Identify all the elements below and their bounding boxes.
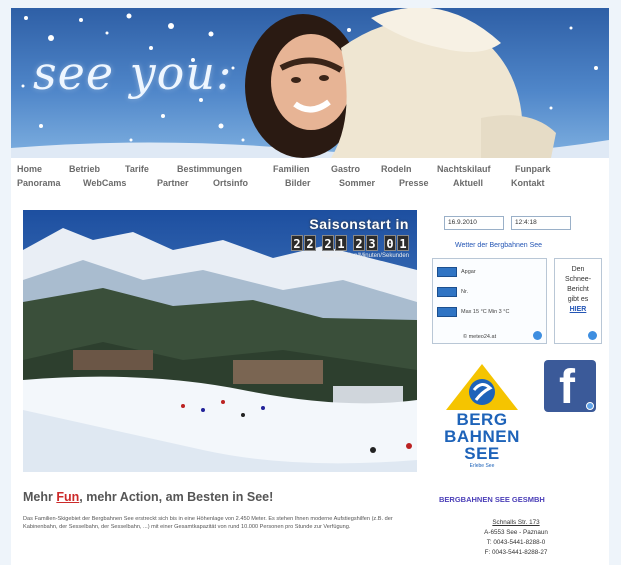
logo-wordmark: BERG BAHNEN SEE xyxy=(432,411,532,462)
arrow-right-icon[interactable] xyxy=(533,331,542,340)
snow-line: Bericht xyxy=(567,286,589,293)
logo-tagline: Erlebe See xyxy=(469,463,495,469)
nav-item-funpark[interactable]: Funpark xyxy=(515,164,561,178)
nav-row-1: Home Betrieb Tarife Bestimmungen Familie… xyxy=(17,164,603,178)
countdown-digit: 2 xyxy=(353,235,365,251)
nav-item-kontakt[interactable]: Kontakt xyxy=(511,178,557,192)
nav-item-tarife[interactable]: Tarife xyxy=(125,164,177,178)
weather-row-label: Nr. xyxy=(461,289,469,295)
weather-row: Apgar xyxy=(437,267,476,277)
snow-line: Schnee- xyxy=(564,276,592,283)
nav-item-betrieb[interactable]: Betrieb xyxy=(69,164,125,178)
date-display: 16.9.2010 xyxy=(444,216,504,230)
logo-line: SEE xyxy=(464,444,500,463)
weather-icon xyxy=(437,287,457,297)
countdown-digit: 0 xyxy=(384,235,396,251)
weather-widget[interactable]: Apgar Nr. Max 15 °C Min 3 °C © meteo24.a… xyxy=(432,258,547,344)
nav-item-sommer[interactable]: Sommer xyxy=(339,178,399,192)
page-container: see you: Home Betrieb Tarife Bestimmunge… xyxy=(11,8,609,565)
company-address: Schnalls Str. 173 A-6553 See - Paznaun T… xyxy=(468,518,564,558)
facebook-button[interactable]: f xyxy=(544,360,596,414)
heading-pre: Mehr xyxy=(23,490,57,504)
header-banner: see you: xyxy=(11,8,609,158)
weather-row-label: Apgar xyxy=(461,269,476,275)
arrow-right-icon[interactable] xyxy=(588,331,597,340)
page-background: see you: Home Betrieb Tarife Bestimmunge… xyxy=(0,0,621,565)
nav-item-bestimmungen[interactable]: Bestimmungen xyxy=(177,164,273,178)
nav-item-bilder[interactable]: Bilder xyxy=(285,178,339,192)
countdown-digit: 2 xyxy=(291,235,303,251)
logo-mark-icon xyxy=(446,364,518,410)
address-line: A-6553 See - Paznaun xyxy=(484,529,548,536)
weather-icon xyxy=(437,307,457,317)
logo-line: BERG xyxy=(456,410,508,429)
heading-post: , mehr Action, am Besten in See! xyxy=(79,490,274,504)
address-line: Schnalls Str. 173 xyxy=(492,519,540,526)
facebook-icon: f xyxy=(559,361,575,414)
weather-row: Nr. xyxy=(437,287,468,297)
nav-item-ortsinfo[interactable]: Ortsinfo xyxy=(213,178,285,192)
season-countdown: Saisonstart in 2 2 2 1 2 3 0 1 Tage/Stun… xyxy=(291,216,409,259)
weather-row-label: Max 15 °C Min 3 °C xyxy=(461,309,510,315)
season-title: Saisonstart in xyxy=(309,216,409,232)
bergbahnen-logo[interactable]: BERG BAHNEN SEE Erlebe See xyxy=(432,362,532,477)
countdown-digits: 2 2 2 1 2 3 0 1 xyxy=(291,235,409,251)
nav-item-presse[interactable]: Presse xyxy=(399,178,453,192)
article-heading: Mehr Fun, mehr Action, am Besten in See! xyxy=(23,490,273,504)
nav-item-nachtskilauf[interactable]: Nachtskilauf xyxy=(437,164,515,178)
nav-item-gastro[interactable]: Gastro xyxy=(331,164,381,178)
heading-fun-link[interactable]: Fun xyxy=(56,490,79,504)
countdown-units: Tage/Stunden/Minuten/Sekunden xyxy=(320,253,409,259)
countdown-digit: 2 xyxy=(322,235,334,251)
arrow-right-icon xyxy=(586,402,594,410)
time-display: 12:4:18 xyxy=(511,216,571,230)
snow-line: Den xyxy=(571,266,585,273)
countdown-digit: 2 xyxy=(304,235,316,251)
countdown-digit: 1 xyxy=(335,235,347,251)
nav-item-home[interactable]: Home xyxy=(17,164,69,178)
nav-item-familien[interactable]: Familien xyxy=(273,164,331,178)
nav-item-panorama[interactable]: Panorama xyxy=(17,178,83,192)
snow-report-widget[interactable]: Den Schnee- Bericht gibt es HIER xyxy=(554,258,602,344)
nav-item-webcams[interactable]: WebCams xyxy=(83,178,157,192)
nav-item-aktuell[interactable]: Aktuell xyxy=(453,178,511,192)
snow-report-link[interactable]: HIER xyxy=(555,305,601,315)
logo-line: BAHNEN xyxy=(444,427,520,446)
address-line: F: 0043-5441-8288-27 xyxy=(484,549,548,556)
ski-resort-photo: Saisonstart in 2 2 2 1 2 3 0 1 Tage/Stun… xyxy=(23,210,417,472)
nav-item-partner[interactable]: Partner xyxy=(157,178,213,192)
header-title: see you: xyxy=(33,46,233,100)
article-body: Das Familien-Skigebiet der Bergbahnen Se… xyxy=(23,516,393,530)
weather-icon xyxy=(437,267,457,277)
weather-row: Max 15 °C Min 3 °C xyxy=(437,307,509,317)
company-link[interactable]: BERGBAHNEN SEE GESMBH xyxy=(439,495,545,504)
nav-row-2: Panorama WebCams Partner Ortsinfo Bilder… xyxy=(17,178,603,192)
snow-line: gibt es xyxy=(567,296,589,303)
countdown-digit: 3 xyxy=(366,235,378,251)
weather-link[interactable]: Wetter der Bergbahnen See xyxy=(455,242,542,249)
main-navigation: Home Betrieb Tarife Bestimmungen Familie… xyxy=(17,164,603,192)
weather-footer: © meteo24.at xyxy=(463,334,497,340)
countdown-digit: 1 xyxy=(397,235,409,251)
address-line: T: 0043-5441-8288-0 xyxy=(486,539,546,546)
nav-item-rodeln[interactable]: Rodeln xyxy=(381,164,437,178)
